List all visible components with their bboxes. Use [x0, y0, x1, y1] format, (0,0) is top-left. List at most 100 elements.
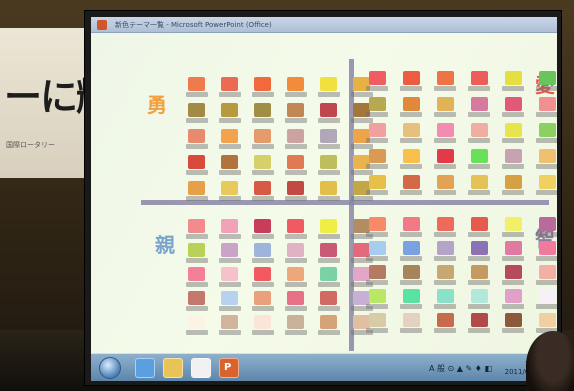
swatch-chip	[470, 313, 488, 327]
swatch-caption	[366, 304, 388, 309]
folder-icon[interactable]	[163, 358, 183, 378]
color-swatch	[183, 243, 210, 263]
swatch-chip	[368, 149, 386, 163]
color-swatch	[431, 123, 459, 143]
swatch-chip	[368, 97, 386, 111]
swatch-caption	[400, 304, 422, 309]
swatch-chip	[287, 155, 304, 169]
swatch-chip	[436, 265, 454, 279]
swatch-caption	[366, 280, 388, 285]
color-swatch	[499, 313, 527, 333]
swatch-caption	[536, 280, 557, 285]
start-button[interactable]	[99, 357, 121, 379]
swatch-chip	[368, 313, 386, 327]
swatch-chip	[254, 267, 271, 281]
swatch-caption	[251, 330, 274, 335]
swatch-caption	[251, 118, 274, 123]
swatch-caption	[400, 280, 422, 285]
swatch-chip	[320, 219, 337, 233]
window-title: 新色テーマ一覧 - Microsoft PowerPoint (Office)	[115, 21, 272, 29]
swatch-caption	[468, 164, 490, 169]
swatch-chip	[221, 219, 238, 233]
swatch-chip	[254, 129, 271, 143]
swatch-chip	[188, 103, 205, 117]
color-swatch	[465, 313, 493, 333]
media-player-icon[interactable]	[191, 358, 211, 378]
color-swatch	[533, 313, 557, 333]
window-titlebar[interactable]: 新色テーマ一覧 - Microsoft PowerPoint (Office)	[91, 17, 557, 33]
color-swatch	[363, 175, 391, 195]
swatch-caption	[536, 190, 557, 195]
color-swatch	[282, 291, 309, 311]
color-swatch	[465, 71, 493, 91]
color-swatch	[315, 243, 342, 263]
color-swatch	[282, 77, 309, 97]
swatch-caption	[284, 170, 307, 175]
swatch-chip	[538, 289, 556, 303]
windows-taskbar: P A 般 ⊙ ▲ ✎ ♦ ◧ 19:26 2011/05/24	[91, 353, 557, 381]
color-swatch	[315, 103, 342, 123]
swatch-caption	[502, 232, 524, 237]
swatch-caption	[366, 112, 388, 117]
swatch-caption	[185, 196, 208, 201]
swatch-chip	[470, 175, 488, 189]
swatch-chip	[188, 267, 205, 281]
swatch-caption	[284, 258, 307, 263]
color-swatch	[465, 265, 493, 285]
swatch-caption	[251, 196, 274, 201]
color-swatch	[431, 97, 459, 117]
color-swatch	[249, 103, 276, 123]
swatch-caption	[284, 92, 307, 97]
swatch-chip	[538, 241, 556, 255]
event-banner: ーに輝 国際ロータリー	[0, 28, 96, 178]
swatch-caption	[400, 256, 422, 261]
color-swatch	[216, 155, 243, 175]
swatch-caption	[218, 92, 241, 97]
swatch-caption	[502, 138, 524, 143]
swatch-chip	[504, 123, 522, 137]
color-swatch	[315, 155, 342, 175]
color-swatch	[249, 181, 276, 201]
swatch-caption	[400, 190, 422, 195]
swatch-chip	[504, 289, 522, 303]
swatch-chip	[254, 315, 271, 329]
color-swatch	[183, 219, 210, 239]
powerpoint-taskbar-icon[interactable]: P	[219, 358, 239, 378]
internet-explorer-icon[interactable]	[135, 358, 155, 378]
swatch-chip	[538, 313, 556, 327]
swatch-caption	[218, 144, 241, 149]
swatch-caption	[366, 164, 388, 169]
swatch-chip	[538, 71, 556, 85]
color-swatch	[465, 149, 493, 169]
swatch-caption	[468, 112, 490, 117]
swatch-chip	[470, 149, 488, 163]
swatch-caption	[536, 232, 557, 237]
color-swatch	[363, 217, 391, 237]
swatch-caption	[468, 138, 490, 143]
swatch-chip	[320, 315, 337, 329]
swatch-chip	[470, 241, 488, 255]
color-swatch	[216, 129, 243, 149]
color-swatch	[363, 123, 391, 143]
color-swatch	[183, 77, 210, 97]
swatch-chip	[436, 217, 454, 231]
swatch-caption	[284, 196, 307, 201]
swatch-chip	[402, 149, 420, 163]
swatch-chip	[254, 181, 271, 195]
color-swatch	[465, 241, 493, 261]
color-swatch	[533, 149, 557, 169]
swatch-chip	[402, 289, 420, 303]
swatch-caption	[434, 256, 456, 261]
swatch-chip	[402, 71, 420, 85]
color-swatch	[431, 241, 459, 261]
color-swatch	[249, 291, 276, 311]
color-swatch	[249, 155, 276, 175]
swatch-chip	[538, 175, 556, 189]
color-swatch	[465, 217, 493, 237]
swatch-chip	[188, 243, 205, 257]
color-swatch	[431, 313, 459, 333]
swatch-chip	[470, 217, 488, 231]
color-swatch	[499, 175, 527, 195]
tray-icons[interactable]: A 般 ⊙ ▲ ✎ ♦ ◧	[429, 363, 492, 374]
swatch-caption	[434, 112, 456, 117]
